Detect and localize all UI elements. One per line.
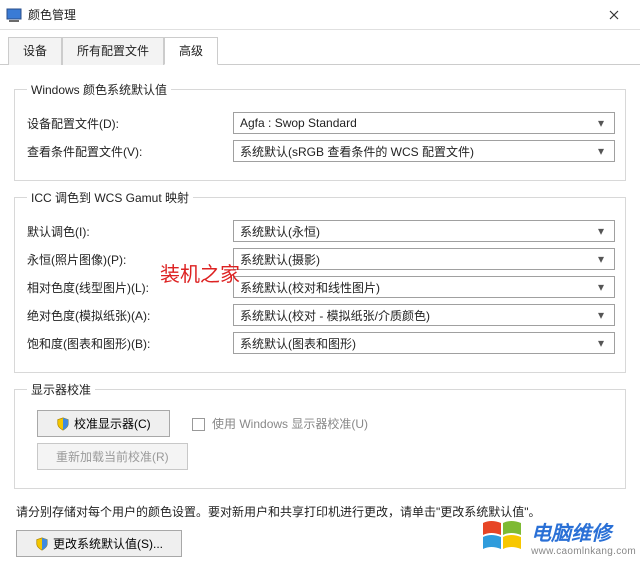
absolute-value: 系统默认(校对 - 模拟纸张/介质颜色) [240,307,594,324]
device-profile-value: Agfa : Swop Standard [240,116,594,130]
chevron-down-icon: ▾ [594,305,608,325]
viewing-conditions-select[interactable]: 系统默认(sRGB 查看条件的 WCS 配置文件) ▾ [233,140,615,162]
group-defaults-legend: Windows 颜色系统默认值 [27,81,171,98]
chevron-down-icon: ▾ [594,277,608,297]
chevron-down-icon: ▾ [594,221,608,241]
change-system-defaults-label: 更改系统默认值(S)... [53,535,163,552]
tab-advanced[interactable]: 高级 [164,37,218,65]
use-windows-calibration-checkbox[interactable] [192,418,205,431]
saturation-label: 饱和度(图表和图形)(B): [27,335,233,352]
close-icon [609,10,619,20]
windows-flag-icon [481,517,525,557]
group-calibration: 显示器校准 校准显示器(C) 使用 Windows 显示器校准(U) 重新加载当… [14,381,626,489]
default-intent-select[interactable]: 系统默认(永恒) ▾ [233,220,615,242]
default-intent-label: 默认调色(I): [27,223,233,240]
absolute-select[interactable]: 系统默认(校对 - 模拟纸张/介质颜色) ▾ [233,304,615,326]
calibrate-display-button[interactable]: 校准显示器(C) [37,410,170,437]
footer-url: www.caomlnkang.com [531,546,636,557]
footer-logo: 电脑维修 www.caomlnkang.com [481,517,636,557]
group-icc-mapping: ICC 调色到 WCS Gamut 映射 默认调色(I): 系统默认(永恒) ▾… [14,189,626,373]
tab-all-profiles[interactable]: 所有配置文件 [62,37,164,65]
close-button[interactable] [594,1,634,29]
relative-value: 系统默认(校对和线性图片) [240,279,594,296]
relative-select[interactable]: 系统默认(校对和线性图片) ▾ [233,276,615,298]
tab-devices[interactable]: 设备 [8,37,62,65]
device-profile-label: 设备配置文件(D): [27,115,233,132]
chevron-down-icon: ▾ [594,141,608,161]
perpetual-select[interactable]: 系统默认(摄影) ▾ [233,248,615,270]
app-icon [6,7,22,23]
chevron-down-icon: ▾ [594,249,608,269]
saturation-value: 系统默认(图表和图形) [240,335,594,352]
saturation-select[interactable]: 系统默认(图表和图形) ▾ [233,332,615,354]
footer-text: 电脑维修 www.caomlnkang.com [531,517,636,557]
perpetual-value: 系统默认(摄影) [240,251,594,268]
group-calib-legend: 显示器校准 [27,381,95,398]
absolute-label: 绝对色度(模拟纸张)(A): [27,307,233,324]
calibrate-display-label: 校准显示器(C) [74,415,151,432]
reload-calibration-button: 重新加载当前校准(R) [37,443,188,470]
use-windows-calibration-label: 使用 Windows 显示器校准(U) [212,417,368,431]
reload-calibration-label: 重新加载当前校准(R) [56,448,169,465]
viewing-conditions-value: 系统默认(sRGB 查看条件的 WCS 配置文件) [240,143,594,160]
change-system-defaults-button[interactable]: 更改系统默认值(S)... [16,530,182,557]
footer-brand: 电脑维修 [531,523,611,545]
group-icc-legend: ICC 调色到 WCS Gamut 映射 [27,189,193,206]
device-profile-select[interactable]: Agfa : Swop Standard ▾ [233,112,615,134]
titlebar: 颜色管理 [0,0,640,30]
shield-icon [35,537,49,551]
use-windows-calibration-row: 使用 Windows 显示器校准(U) [192,415,368,432]
window-title: 颜色管理 [28,6,594,23]
viewing-conditions-label: 查看条件配置文件(V): [27,143,233,160]
default-intent-value: 系统默认(永恒) [240,223,594,240]
chevron-down-icon: ▾ [594,113,608,133]
relative-label: 相对色度(线型图片)(L): [27,279,233,296]
tab-strip: 设备 所有配置文件 高级 [0,30,640,65]
tab-content: Windows 颜色系统默认值 设备配置文件(D): Agfa : Swop S… [0,65,640,564]
shield-icon [56,417,70,431]
perpetual-label: 永恒(照片图像)(P): [27,251,233,268]
chevron-down-icon: ▾ [594,333,608,353]
group-color-defaults: Windows 颜色系统默认值 设备配置文件(D): Agfa : Swop S… [14,81,626,181]
